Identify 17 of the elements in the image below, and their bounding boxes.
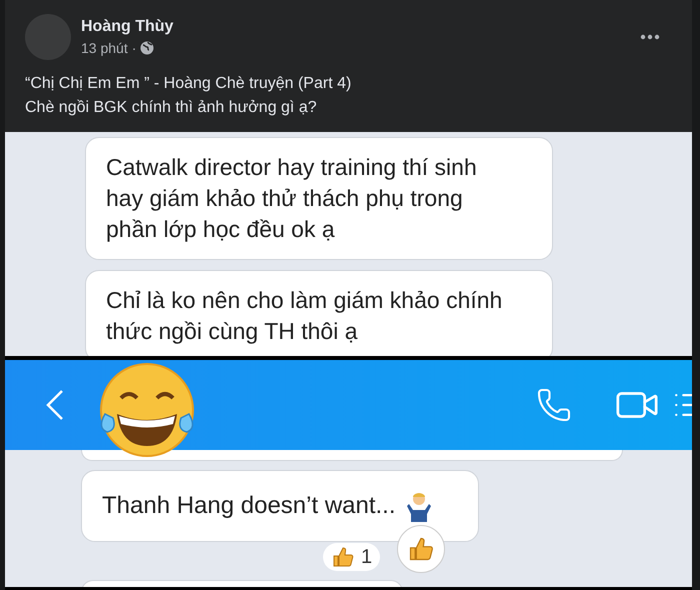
message-text: Thanh Hang doesn’t want... [102, 492, 396, 520]
separator: · [132, 40, 136, 56]
message-bubble: Chỉ là ko nên cho làm giám khảo chính thức ngồi cùng TH thôi ạ [85, 270, 553, 356]
author-name[interactable]: Hoàng Thùy [81, 18, 630, 36]
thumbs-up-icon [407, 535, 435, 563]
back-icon[interactable] [45, 389, 65, 421]
reaction-count: 1 [361, 546, 372, 568]
thumbs-up-icon [331, 545, 355, 569]
post-time[interactable]: 13 phút [81, 40, 128, 56]
reaction-pill[interactable]: 1 [323, 543, 380, 571]
phone-icon[interactable] [536, 387, 572, 423]
post-caption: “Chị Chị Em Em ” - Hoàng Chè truyện (Part 4) [25, 74, 352, 94]
more-options-icon[interactable] [640, 34, 660, 40]
post-caption: Chè ngồi BGK chính thì ảnh hưởng gì ạ? [25, 98, 318, 118]
message-bubble: Catwalk director hay training thí sinh hay giám khảo thử thách phụ trong phần lớp học đều ok ạ [85, 137, 553, 260]
globe-icon [140, 41, 154, 55]
like-reaction-button[interactable] [397, 525, 445, 573]
